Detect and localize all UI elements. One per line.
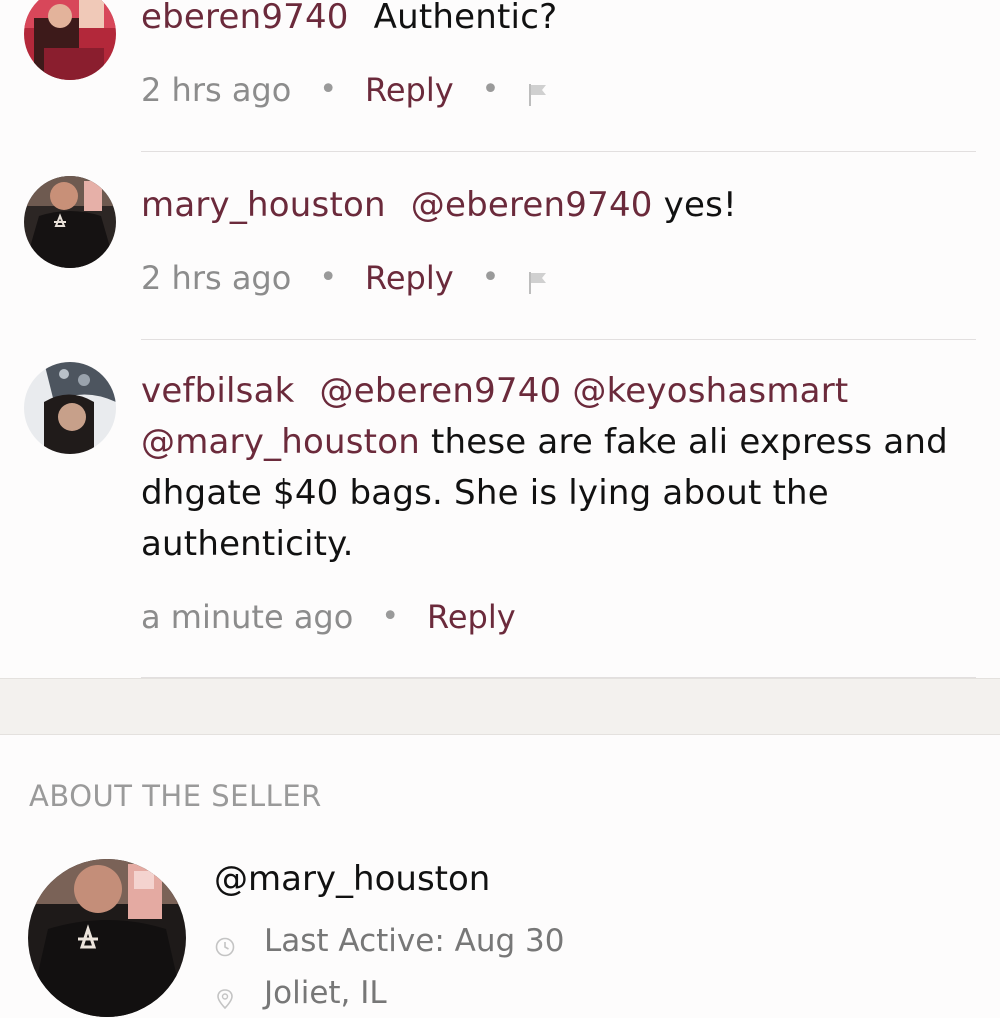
divider [141,339,976,340]
comment-mention[interactable]: @eberen9740 [320,371,562,411]
seller-location: Joliet, IL [214,975,387,1011]
reply-button[interactable]: Reply [365,258,454,298]
comment-meta: a minute ago • Reply [141,597,516,637]
avatar-image [28,859,186,1017]
comments-section: eberen9740 Authentic? 2 hrs ago • Reply … [0,0,1000,678]
flag-icon[interactable] [527,265,549,294]
last-active-text: Last Active: Aug 30 [264,923,565,959]
location-pin-icon [214,982,236,1010]
separator-dot: • [381,599,400,634]
reply-button[interactable]: Reply [365,70,454,110]
avatar-image [24,0,116,80]
reply-button[interactable]: Reply [427,597,516,637]
comment-username[interactable]: eberen9740 [141,0,349,37]
separator-dot: • [481,72,500,107]
comment-mention[interactable]: @mary_houston [141,422,420,462]
location-text: Joliet, IL [264,975,387,1011]
comment-mention[interactable]: @keyoshasmart [572,371,848,411]
separator-dot: • [481,260,500,295]
seller-avatar[interactable] [28,859,186,1017]
comment-time: 2 hrs ago [141,259,292,297]
section-heading: ABOUT THE SELLER [29,779,322,813]
separator-dot: • [319,260,338,295]
comment-meta: 2 hrs ago • Reply • [141,258,549,298]
divider [141,151,976,152]
comment-mention[interactable]: @eberen9740 [411,185,653,225]
avatar[interactable] [24,362,116,454]
avatar[interactable] [24,0,116,80]
section-spacer [0,678,1000,735]
flag-icon[interactable] [527,77,549,106]
comment-text: Authentic? [373,0,558,37]
comment-text: yes! [663,185,737,225]
clock-icon [214,930,236,957]
comment-meta: 2 hrs ago • Reply • [141,70,549,110]
seller-last-active: Last Active: Aug 30 [214,923,564,959]
seller-handle[interactable]: @mary_houston [214,859,490,899]
about-seller-section: ABOUT THE SELLER @mary_houston Last Acti… [0,735,1000,1017]
comment-username[interactable]: vefbilsak [141,371,295,411]
avatar-image [24,176,116,268]
avatar-image [24,362,116,454]
comment-body: vefbilsak @eberen9740 @keyoshasmart @mar… [141,366,971,570]
comment-time: 2 hrs ago [141,71,292,109]
separator-dot: • [319,72,338,107]
comment-time: a minute ago [141,598,354,636]
comment-username[interactable]: mary_houston [141,185,386,225]
avatar[interactable] [24,176,116,268]
